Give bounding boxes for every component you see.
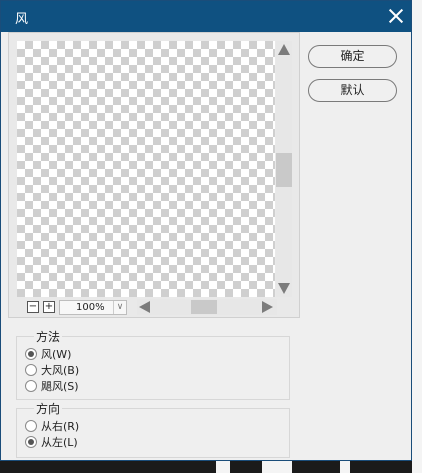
- preview-canvas[interactable]: [17, 41, 275, 297]
- preview-controls: − + 100% ∨: [17, 299, 292, 315]
- background-white-shape: [412, 0, 422, 473]
- close-icon[interactable]: [387, 7, 405, 25]
- radio-label: 从右(R): [41, 420, 80, 433]
- method-group-label: 方法: [34, 328, 63, 345]
- direction-group-label: 方向: [34, 400, 63, 417]
- zoom-out-button[interactable]: −: [27, 301, 39, 313]
- vertical-scroll-thumb[interactable]: [276, 153, 292, 187]
- title-bar: 风: [1, 1, 411, 32]
- radio-blast[interactable]: 大风(B): [25, 362, 245, 378]
- radio-label: 从左(L): [41, 436, 78, 449]
- radio-label: 大风(B): [41, 364, 80, 377]
- horizontal-scrollbar[interactable]: [137, 299, 277, 315]
- zoom-in-button[interactable]: +: [43, 301, 55, 313]
- scroll-right-icon[interactable]: [262, 301, 273, 313]
- ok-button[interactable]: 确定: [308, 45, 397, 68]
- background-white-shape: [216, 461, 230, 473]
- radio-stagger[interactable]: 飓风(S): [25, 378, 245, 394]
- direction-group: 方向 从右(R) 从左(L): [16, 400, 290, 458]
- dialog-title: 风: [15, 12, 29, 27]
- radio-checked-icon[interactable]: [25, 436, 37, 448]
- radio-unchecked-icon[interactable]: [25, 420, 37, 432]
- horizontal-scroll-thumb[interactable]: [191, 300, 217, 314]
- scroll-up-icon[interactable]: [278, 44, 290, 55]
- radio-checked-icon[interactable]: [25, 348, 37, 360]
- chevron-down-icon[interactable]: ∨: [113, 301, 126, 314]
- radio-unchecked-icon[interactable]: [25, 364, 37, 376]
- default-button[interactable]: 默认: [308, 79, 397, 102]
- wind-filter-dialog: 风 − + 100% ∨ 确定 默认 方法 风(W) 大风(B) 飓风(S) 方…: [0, 0, 412, 461]
- radio-unchecked-icon[interactable]: [25, 380, 37, 392]
- radio-label: 风(W): [41, 348, 72, 361]
- radio-label: 飓风(S): [41, 380, 79, 393]
- radio-from-right[interactable]: 从右(R): [25, 418, 245, 434]
- method-group: 方法 风(W) 大风(B) 飓风(S): [16, 328, 290, 400]
- vertical-scrollbar[interactable]: [276, 41, 292, 297]
- preview-panel: − + 100% ∨: [8, 32, 300, 318]
- zoom-select[interactable]: 100% ∨: [59, 300, 127, 315]
- background-white-shape: [262, 461, 292, 473]
- radio-from-left[interactable]: 从左(L): [25, 434, 245, 450]
- radio-wind[interactable]: 风(W): [25, 346, 245, 362]
- scroll-left-icon[interactable]: [139, 301, 150, 313]
- zoom-value: 100%: [76, 302, 105, 313]
- background-white-shape: [340, 461, 350, 473]
- scroll-down-icon[interactable]: [278, 283, 290, 294]
